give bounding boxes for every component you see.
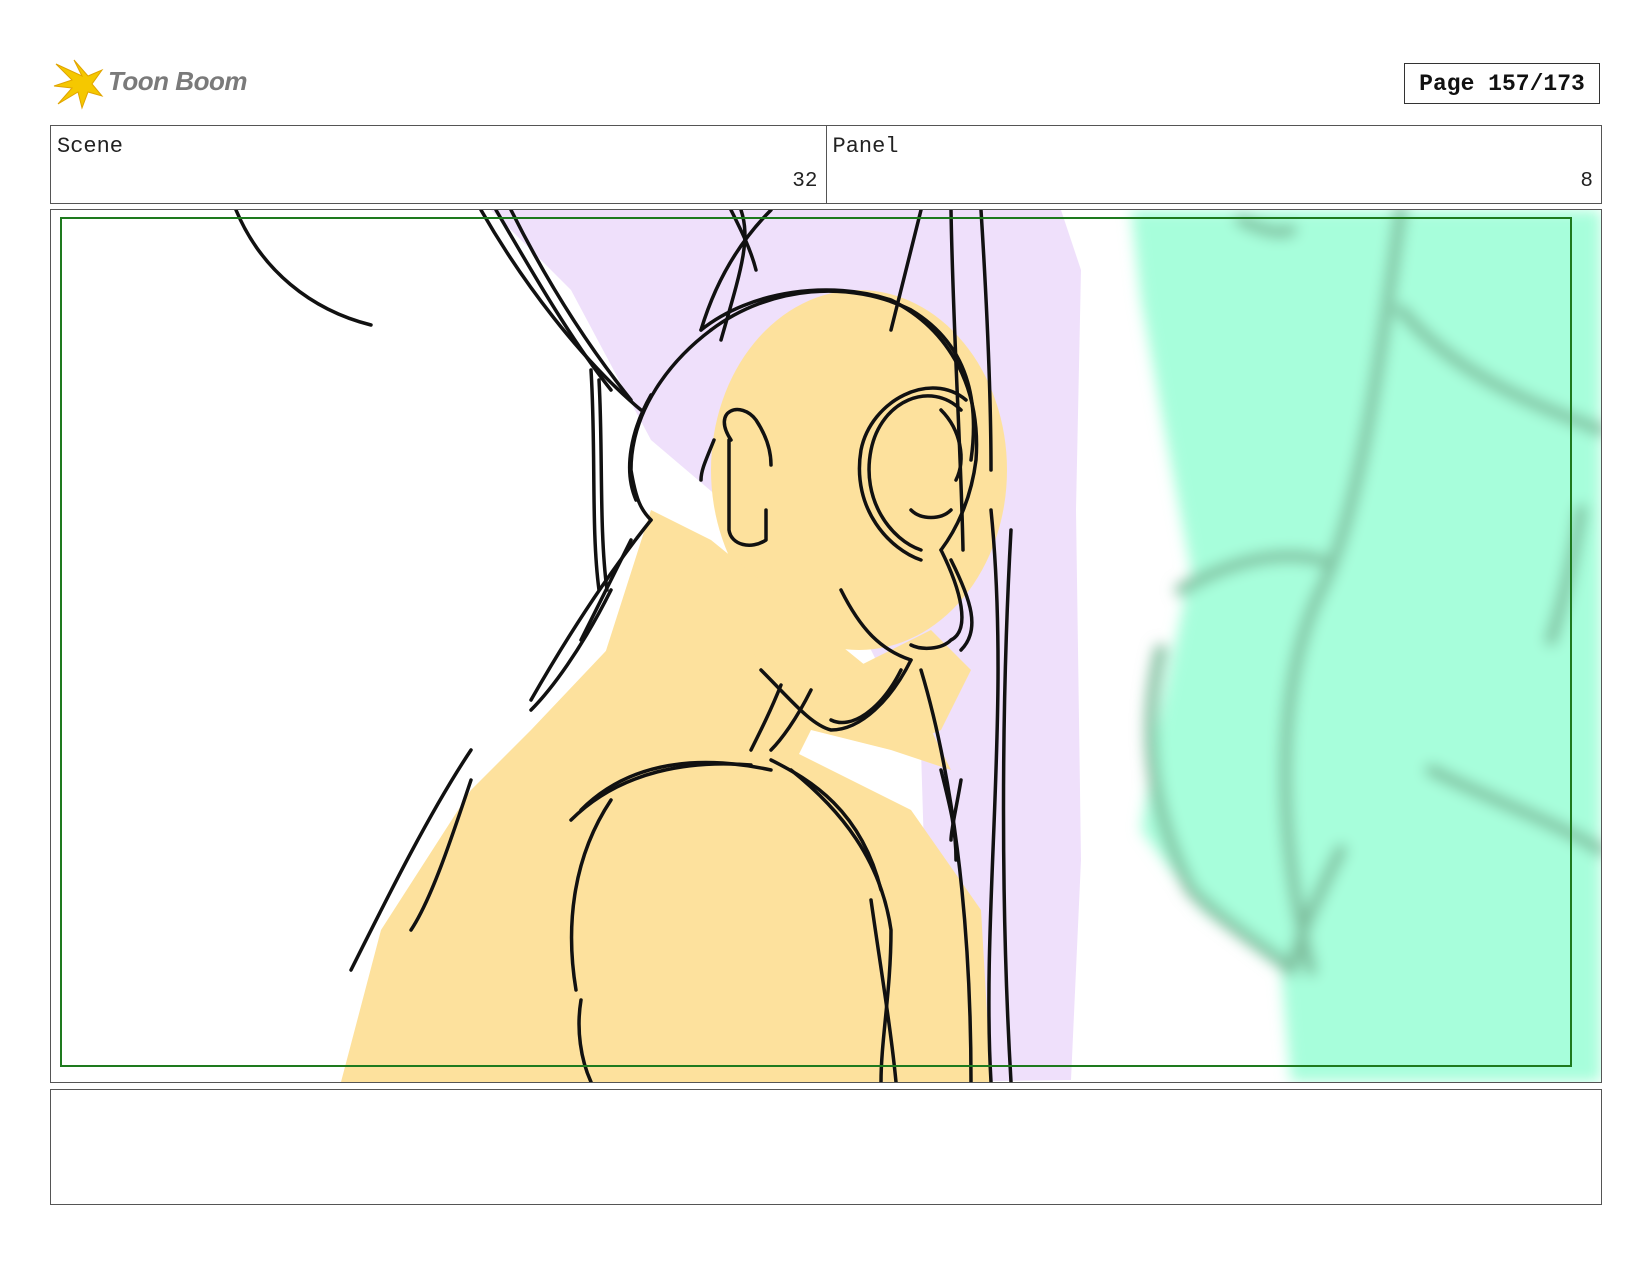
logo-text: Toon Boom [108, 66, 247, 96]
scene-panel-info-row: Scene 32 Panel 8 [50, 125, 1602, 204]
panel-number: 8 [1580, 170, 1593, 193]
storyboard-panel-frame [50, 209, 1602, 1083]
dialogue-notes-box [50, 1089, 1602, 1205]
foreground-character [1131, 210, 1601, 1082]
panel-cell: Panel 8 [825, 126, 1602, 203]
scene-number: 32 [792, 170, 818, 193]
toon-boom-logo: Toon Boom [52, 56, 272, 112]
panel-label: Panel [832, 134, 899, 159]
storyboard-drawing [60, 210, 1601, 1082]
starburst-icon [53, 59, 104, 110]
page-indicator: Page 157/173 [1404, 63, 1600, 104]
scene-label: Scene [57, 134, 124, 159]
scene-cell: Scene 32 [51, 126, 826, 203]
